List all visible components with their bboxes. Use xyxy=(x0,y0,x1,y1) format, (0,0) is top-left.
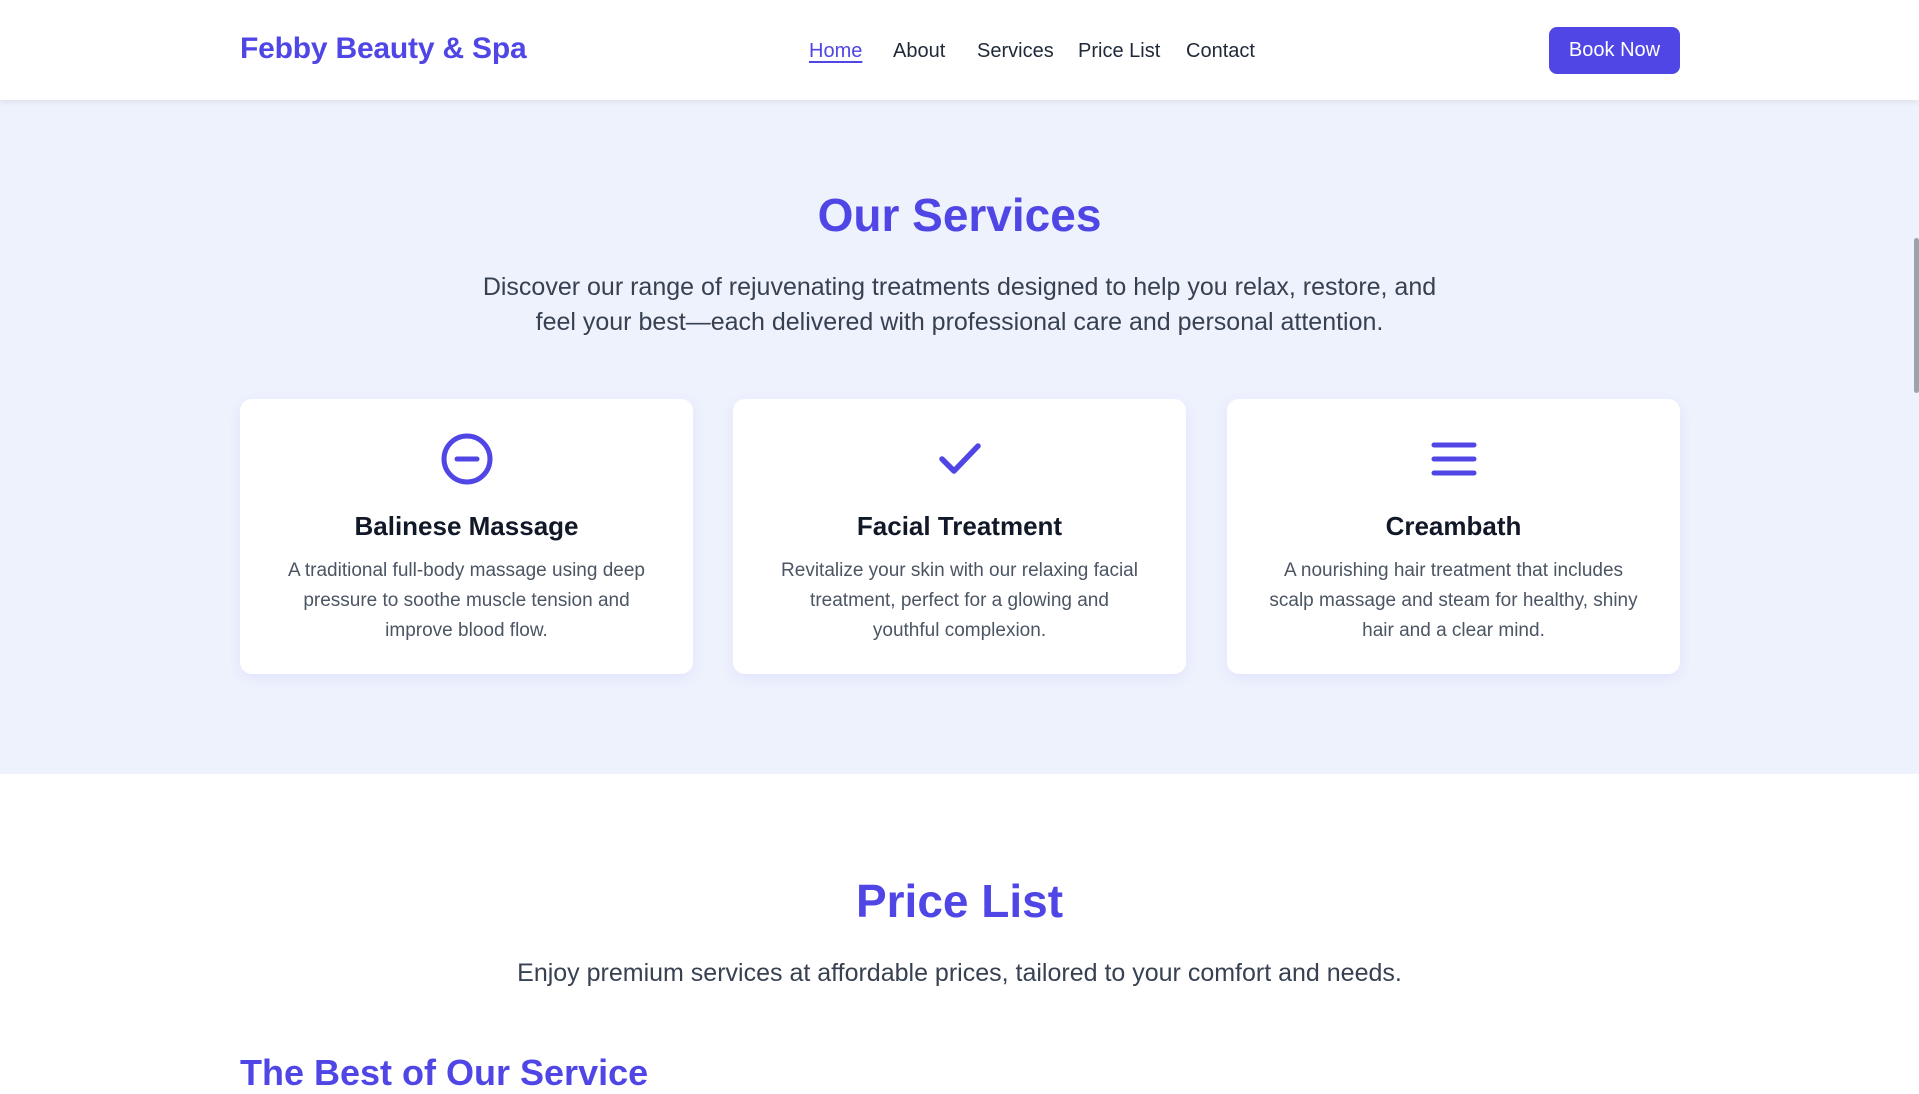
card-description-line: scalp massage and steam for healthy, shi… xyxy=(1269,590,1638,611)
menu-lines-icon xyxy=(1227,431,1680,487)
card-description-line: improve blood flow. xyxy=(385,620,548,641)
book-now-button[interactable]: Book Now xyxy=(1549,27,1680,74)
service-card-creambath[interactable]: Creambath A nourishing hair treatment th… xyxy=(1227,399,1680,674)
services-subtitle-line-1: Discover our range of rejuvenating treat… xyxy=(482,273,1437,301)
card-description-line: hair and a clear mind. xyxy=(1362,620,1545,641)
card-title: Facial Treatment xyxy=(856,511,1063,541)
service-card-balinese-massage[interactable]: Balinese Massage A traditional full-body… xyxy=(240,399,693,674)
nav-home[interactable]: Home xyxy=(809,40,862,63)
card-description-line: Revitalize your skin with our relaxing f… xyxy=(781,560,1138,581)
services-subtitle: Discover our range of rejuvenating treat… xyxy=(460,270,1460,340)
services-subtitle-line-2: feel your best—each delivered with profe… xyxy=(535,308,1384,336)
best-service-heading: The Best of Our Service xyxy=(240,1052,649,1093)
page-scrollbar[interactable] xyxy=(1914,238,1919,393)
card-description-line: treatment, perfect for a glowing and xyxy=(810,590,1109,611)
card-title: Creambath xyxy=(1385,511,1522,541)
card-title: Balinese Massage xyxy=(354,511,579,541)
minus-circle-icon xyxy=(240,431,693,487)
nav-services[interactable]: Services xyxy=(977,40,1054,63)
site-header: Febby Beauty & Spa Home About Services P… xyxy=(0,0,1919,100)
price-list-section: Price List Enjoy premium services at aff… xyxy=(0,774,1919,1093)
card-description: A traditional full-body massage using de… xyxy=(270,556,663,646)
card-description: Revitalize your skin with our relaxing f… xyxy=(763,556,1156,646)
nav-price-list[interactable]: Price List xyxy=(1078,40,1160,63)
card-description-line: A traditional full-body massage using de… xyxy=(287,560,645,581)
check-icon xyxy=(733,431,1186,487)
price-list-title: Price List xyxy=(855,875,1064,927)
nav-about[interactable]: About xyxy=(893,40,945,63)
price-list-subtitle: Enjoy premium services at affordable pri… xyxy=(517,959,1402,987)
nav-contact[interactable]: Contact xyxy=(1186,40,1255,63)
card-description-line: A nourishing hair treatment that include… xyxy=(1283,560,1624,581)
card-description-line: youthful complexion. xyxy=(872,620,1047,641)
service-card-facial-treatment[interactable]: Facial Treatment Revitalize your skin wi… xyxy=(733,399,1186,674)
services-section: Our Services Discover our range of rejuv… xyxy=(0,100,1919,774)
card-description-line: pressure to soothe muscle tension and xyxy=(303,590,630,611)
services-title: Our Services xyxy=(817,189,1102,241)
card-description: A nourishing hair treatment that include… xyxy=(1257,556,1650,646)
